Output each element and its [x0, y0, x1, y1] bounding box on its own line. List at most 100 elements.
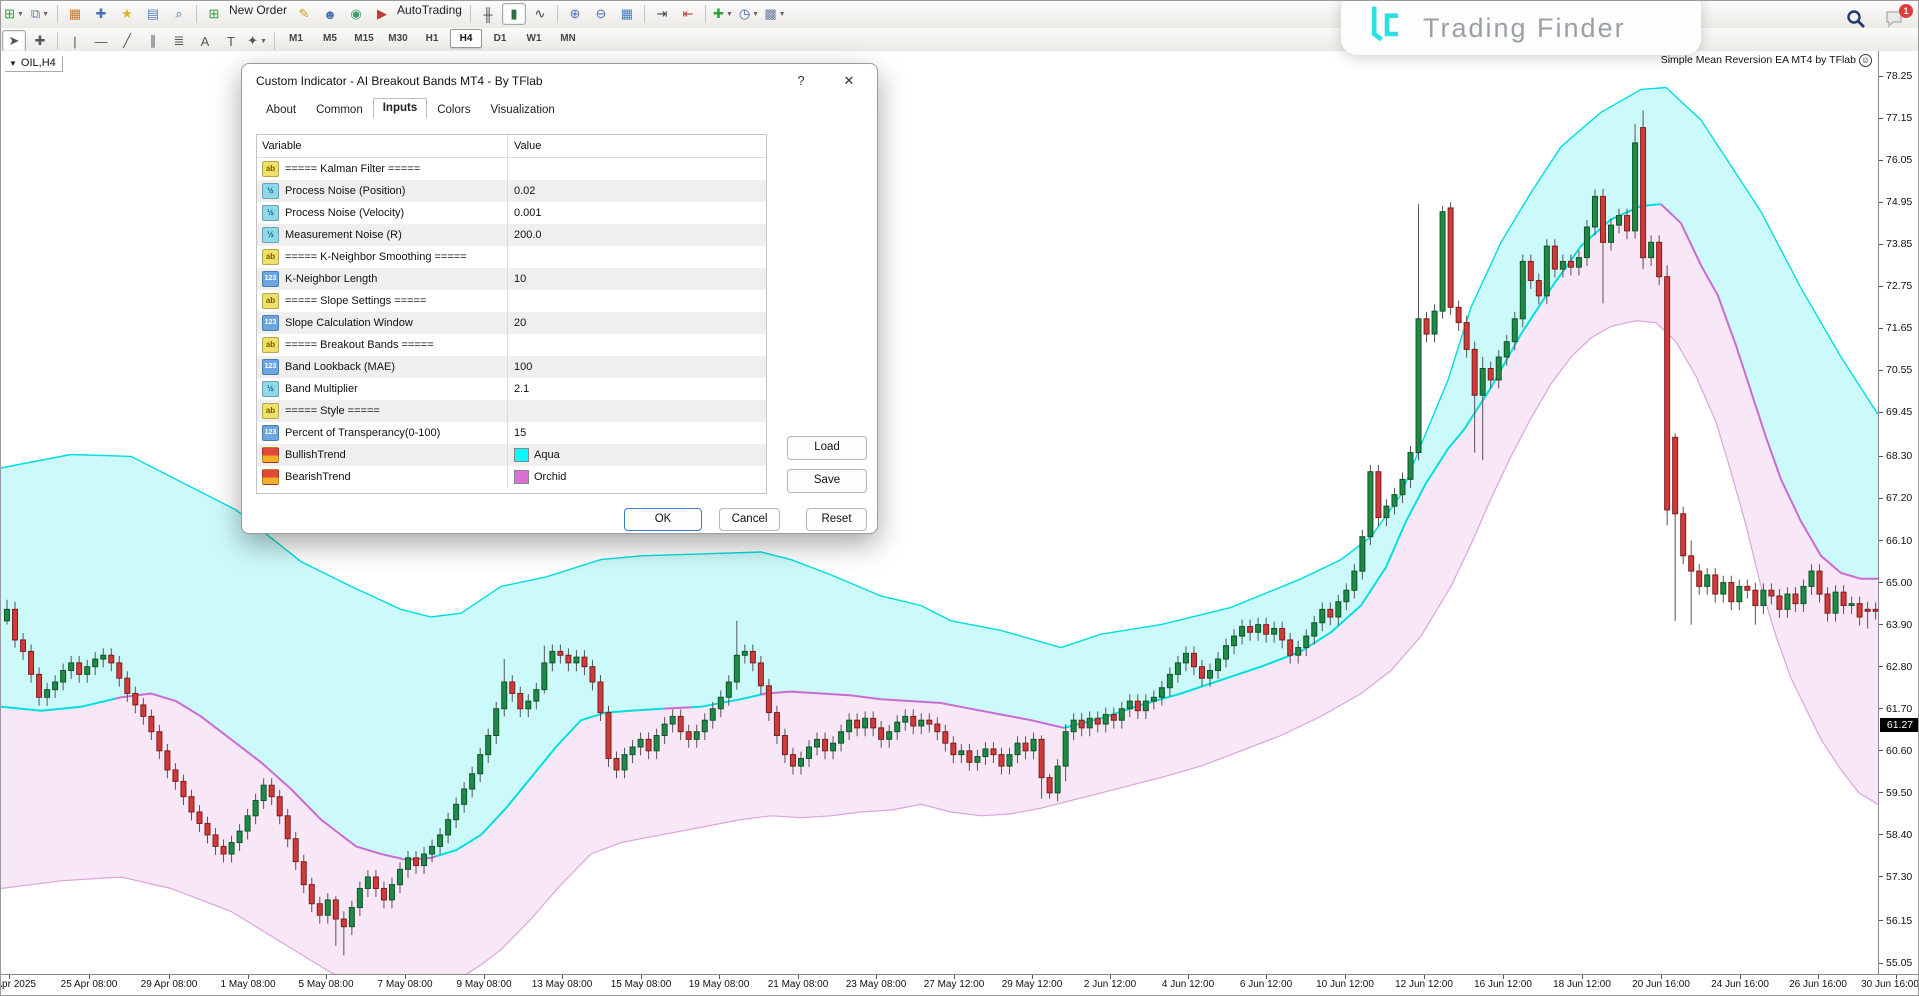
timeframe-h1[interactable]: H1 [416, 29, 448, 48]
market-watch-icon[interactable]: ▦ [63, 3, 87, 25]
strategy-tester-icon[interactable]: ⌕ [167, 3, 191, 25]
save-button[interactable]: Save [787, 469, 867, 493]
value-cell[interactable]: 200.0 [507, 224, 766, 246]
metaeditor-icon[interactable]: ✎ [292, 3, 316, 25]
symbol-tab[interactable]: ▼OIL,H4 [5, 56, 63, 72]
label-icon[interactable]: T [219, 30, 243, 52]
table-row[interactable]: 123Percent of Transperancy(0-100)15 [257, 422, 766, 444]
time-axis[interactable]: 23 Apr 202525 Apr 08:0029 Apr 08:001 May… [1, 974, 1919, 996]
dropdown-arrow-icon[interactable]: ▼ [260, 38, 267, 45]
timeframe-m15[interactable]: M15 [348, 29, 380, 48]
timeframe-h4[interactable]: H4 [450, 29, 482, 48]
table-row[interactable]: BullishTrendAqua [257, 444, 766, 466]
value-cell[interactable]: 15 [507, 422, 766, 444]
ok-button[interactable]: OK [624, 508, 702, 531]
tab-about[interactable]: About [256, 100, 306, 120]
tab-visualization[interactable]: Visualization [480, 100, 564, 120]
table-row[interactable]: ½Measurement Noise (R)200.0 [257, 224, 766, 246]
table-row[interactable]: ab===== Style ===== [257, 400, 766, 422]
vertical-line-icon[interactable]: | [63, 30, 87, 52]
news-icon[interactable]: ◉ [344, 3, 368, 25]
chart-profiles-icon[interactable]: ⧉▼ [28, 3, 52, 25]
cursor-icon[interactable]: ➤ [2, 30, 26, 52]
table-row[interactable]: 123Slope Calculation Window20 [257, 312, 766, 334]
dropdown-arrow-icon[interactable]: ▼ [726, 11, 733, 18]
table-row[interactable]: ab===== Breakout Bands ===== [257, 334, 766, 356]
timeframe-m1[interactable]: M1 [280, 29, 312, 48]
horizontal-line-icon[interactable]: ― [89, 30, 113, 52]
value-cell[interactable] [507, 334, 766, 356]
dropdown-arrow-icon[interactable]: ▼ [17, 11, 24, 18]
value-cell[interactable]: 100 [507, 356, 766, 378]
candle-up [1496, 357, 1501, 380]
value-cell[interactable]: 20 [507, 312, 766, 334]
new-chart-icon[interactable]: ⊞▼ [2, 3, 26, 25]
new-order-icon[interactable]: ⊞ [202, 3, 226, 25]
load-button[interactable]: Load [787, 436, 867, 460]
autotrading-label[interactable]: AutoTrading [397, 3, 462, 17]
table-row[interactable]: ab===== K-Neighbor Smoothing ===== [257, 246, 766, 268]
value-cell[interactable]: Orchid [507, 466, 766, 488]
tab-colors[interactable]: Colors [427, 100, 480, 120]
line-chart-icon[interactable]: ∿ [528, 3, 552, 25]
zoom-in-icon[interactable]: ⊕ [563, 3, 587, 25]
experts-icon[interactable]: ☻ [318, 3, 342, 25]
value-cell[interactable] [507, 400, 766, 422]
table-row[interactable]: 123Band Lookback (MAE)100 [257, 356, 766, 378]
search-icon[interactable] [1846, 9, 1866, 34]
table-row[interactable]: BearishTrendOrchid [257, 466, 766, 488]
timeframe-mn[interactable]: MN [552, 29, 584, 48]
timeframe-m5[interactable]: M5 [314, 29, 346, 48]
value-cell[interactable]: 2.1 [507, 378, 766, 400]
table-row[interactable]: ab===== Slope Settings ===== [257, 290, 766, 312]
table-row[interactable]: ½Process Noise (Velocity)0.001 [257, 202, 766, 224]
value-cell[interactable] [507, 158, 766, 180]
timeframe-d1[interactable]: D1 [484, 29, 516, 48]
value-cell[interactable] [507, 246, 766, 268]
tab-common[interactable]: Common [306, 100, 373, 120]
dropdown-arrow-icon[interactable]: ▼ [752, 11, 759, 18]
templates-icon[interactable]: ▩▼ [763, 3, 787, 25]
navigator-icon[interactable]: ★ [115, 3, 139, 25]
value-cell[interactable] [507, 290, 766, 312]
dropdown-arrow-icon[interactable]: ▼ [779, 11, 786, 18]
tab-inputs[interactable]: Inputs [373, 98, 428, 118]
help-button[interactable]: ? [789, 70, 813, 92]
fibonacci-icon[interactable]: ≣ [167, 30, 191, 52]
dropdown-arrow-icon[interactable]: ▼ [42, 11, 49, 18]
channel-icon[interactable]: ∥ [141, 30, 165, 52]
variable-cell: ½Measurement Noise (R) [257, 224, 507, 246]
data-window-icon[interactable]: ✚ [89, 3, 113, 25]
ea-smiley-icon[interactable]: ☺ [1859, 54, 1872, 67]
cancel-button[interactable]: Cancel [719, 508, 780, 531]
trendline-icon[interactable]: ╱ [115, 30, 139, 52]
arrows-icon[interactable]: ✦▼ [245, 30, 269, 52]
price-axis[interactable]: 78.2577.1576.0574.9573.8572.7571.6570.55… [1878, 51, 1919, 974]
timeframe-w1[interactable]: W1 [518, 29, 550, 48]
table-row[interactable]: ½Band Multiplier2.1 [257, 378, 766, 400]
terminal-icon[interactable]: ▤ [141, 3, 165, 25]
table-row[interactable]: 123K-Neighbor Length10 [257, 268, 766, 290]
value-cell[interactable]: Aqua [507, 444, 766, 466]
chart-shift-icon[interactable]: ⇤ [676, 3, 700, 25]
new-order-label[interactable]: New Order [229, 3, 287, 17]
indicators-icon[interactable]: ✚▼ [711, 3, 735, 25]
reset-button[interactable]: Reset [806, 508, 867, 531]
table-row[interactable]: ½Process Noise (Position)0.02 [257, 180, 766, 202]
value-cell[interactable]: 0.02 [507, 180, 766, 202]
zoom-out-icon[interactable]: ⊖ [589, 3, 613, 25]
crosshair-icon[interactable]: ✚ [28, 30, 52, 52]
auto-scroll-icon[interactable]: ⇥ [650, 3, 674, 25]
text-icon[interactable]: A [193, 30, 217, 52]
close-button[interactable]: ✕ [835, 70, 863, 92]
candlestick-icon[interactable]: ▮ [502, 3, 526, 25]
notification-icon[interactable]: 1 [1884, 9, 1906, 34]
value-cell[interactable]: 10 [507, 268, 766, 290]
tile-windows-icon[interactable]: ▦ [615, 3, 639, 25]
period-icon[interactable]: ◷▼ [737, 3, 761, 25]
value-cell[interactable]: 0.001 [507, 202, 766, 224]
table-row[interactable]: ab===== Kalman Filter ===== [257, 158, 766, 180]
autotrading-icon[interactable]: ▶ [370, 3, 394, 25]
timeframe-m30[interactable]: M30 [382, 29, 414, 48]
bar-chart-icon[interactable]: ╫ [476, 3, 500, 25]
